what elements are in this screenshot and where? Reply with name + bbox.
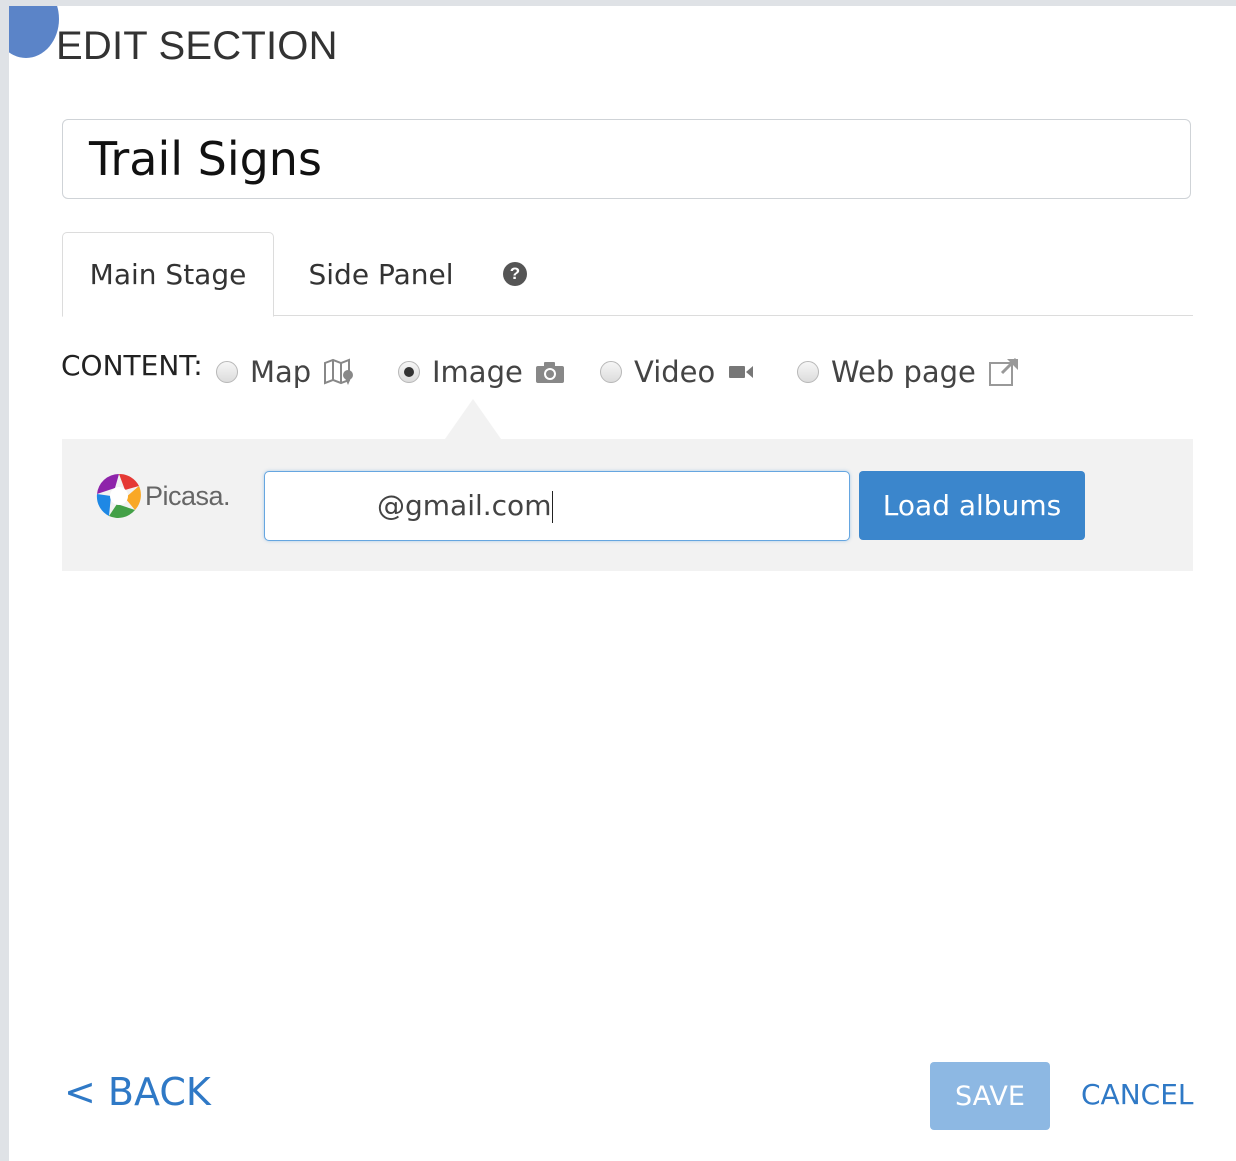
radio-video[interactable] xyxy=(600,361,622,383)
option-label-map: Map xyxy=(250,355,312,389)
content-option-webpage[interactable]: Web page xyxy=(797,352,1020,392)
picasa-email-input[interactable]: @gmail.com xyxy=(264,471,850,541)
tab-main-stage[interactable]: Main Stage xyxy=(62,232,274,317)
radio-image[interactable] xyxy=(398,361,420,383)
dialog-title: EDIT SECTION xyxy=(56,24,338,68)
help-icon[interactable]: ? xyxy=(503,262,527,286)
radio-webpage[interactable] xyxy=(797,361,819,383)
email-value: @gmail.com xyxy=(377,489,552,522)
image-source-panel: Picasa. @gmail.com Load albums xyxy=(62,439,1193,571)
content-option-image[interactable]: Image xyxy=(398,352,565,392)
picasa-icon xyxy=(96,473,141,518)
content-label: CONTENT: xyxy=(61,349,203,382)
edit-section-dialog: EDIT SECTION Trail Signs Main Stage Side… xyxy=(9,6,1236,1161)
radio-map[interactable] xyxy=(216,361,238,383)
tab-side-panel[interactable]: Side Panel xyxy=(291,232,471,316)
corner-decoration xyxy=(9,6,59,58)
external-link-icon xyxy=(988,357,1020,387)
section-title-input[interactable]: Trail Signs xyxy=(62,119,1191,199)
back-link[interactable]: < BACK xyxy=(64,1070,211,1114)
content-option-video[interactable]: Video xyxy=(600,352,755,392)
picasa-brand-text: Picasa. xyxy=(145,480,231,511)
picasa-logo: Picasa. xyxy=(95,472,231,520)
text-caret xyxy=(552,491,554,523)
map-icon xyxy=(323,358,355,386)
load-albums-button[interactable]: Load albums xyxy=(859,471,1085,540)
camera-icon xyxy=(535,360,565,384)
option-label-video: Video xyxy=(634,355,716,389)
cancel-button[interactable]: CANCEL xyxy=(1081,1078,1194,1111)
option-label-webpage: Web page xyxy=(831,355,976,389)
option-label-image: Image xyxy=(432,355,523,389)
content-option-map[interactable]: Map xyxy=(216,352,355,392)
save-button[interactable]: SAVE xyxy=(930,1062,1050,1130)
video-camera-icon xyxy=(727,362,755,382)
panel-pointer xyxy=(445,399,501,439)
